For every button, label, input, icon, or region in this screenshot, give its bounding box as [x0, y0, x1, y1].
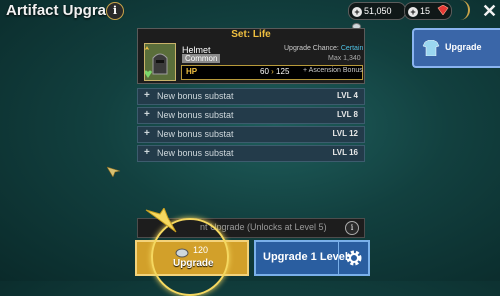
info-button[interactable]: i — [106, 2, 124, 20]
max-label: Max 1,340 — [328, 55, 361, 62]
cursor-icon — [106, 164, 121, 182]
upgrade-one-level-button[interactable]: Upgrade 1 Level — [254, 240, 370, 276]
substat-label: New bonus substat — [157, 91, 234, 101]
silver-resource[interactable]: +51,050 — [348, 2, 406, 30]
gem-icon — [436, 4, 450, 20]
tutorial-arrow-icon — [142, 206, 182, 243]
plus-icon: + — [144, 147, 150, 158]
set-title: Set: Life — [231, 29, 271, 40]
substat-row: + New bonus substat LVL 16 — [137, 145, 365, 162]
plus-icon: + — [144, 109, 150, 120]
close-button[interactable]: ✕ — [482, 1, 497, 22]
main-stat-row: HP 60 › 125 + Ascension Bonus — [181, 65, 363, 80]
top-bar: Artifact Upgrade i +51,050 +15 ✕ — [0, 0, 500, 30]
upgrade-chance: Upgrade Chance: Certain — [284, 45, 363, 52]
substat-level: LVL 4 — [336, 91, 358, 100]
stat-from: 60 — [260, 67, 269, 76]
arrow-right-icon: › — [271, 67, 274, 76]
gem-resource[interactable]: +15 — [404, 2, 452, 20]
enchant-info-button[interactable]: i — [345, 221, 359, 235]
rarity-badge: Common — [182, 54, 221, 63]
upgrade-one-level-label: Upgrade 1 Level — [263, 251, 348, 263]
gear-icon[interactable] — [344, 248, 364, 273]
tab-upgrade[interactable]: Upgrade — [412, 28, 500, 68]
substat-level: LVL 8 — [336, 110, 358, 119]
stat-values: 60 › 125 — [260, 67, 289, 76]
tab-upgrade-label: Upgrade — [445, 42, 482, 52]
add-silver-icon[interactable]: + — [352, 6, 362, 17]
substat-row: + New bonus substat LVL 4 — [137, 88, 365, 105]
chance-value: Certain — [340, 45, 364, 52]
silver-amount: 51,050 — [364, 6, 392, 16]
artifact-panel: Set: Life Helmet Common Upgrade Chance: … — [137, 28, 365, 84]
stat-to: 125 — [276, 67, 290, 76]
ascension-bonus: + Ascension Bonus — [303, 67, 363, 74]
substat-level: LVL 16 — [332, 148, 359, 157]
substat-level: LVL 12 — [332, 129, 359, 138]
gem-amount: 15 — [420, 6, 431, 16]
plus-icon: + — [144, 90, 150, 101]
add-gem-icon[interactable]: + — [408, 6, 418, 17]
armor-icon — [422, 39, 440, 61]
substat-row: + New bonus substat LVL 8 — [137, 107, 365, 124]
bow-ornament-icon — [454, 0, 470, 20]
helmet-icon — [144, 43, 176, 81]
button-divider — [338, 242, 339, 274]
substat-label: New bonus substat — [157, 110, 234, 120]
substat-label: New bonus substat — [157, 148, 234, 158]
substat-row: + New bonus substat LVL 12 — [137, 126, 365, 143]
plus-icon: + — [144, 128, 150, 139]
stat-name: HP — [186, 67, 198, 76]
substat-label: New bonus substat — [157, 129, 234, 139]
chance-label: Upgrade Chance: — [284, 45, 339, 52]
